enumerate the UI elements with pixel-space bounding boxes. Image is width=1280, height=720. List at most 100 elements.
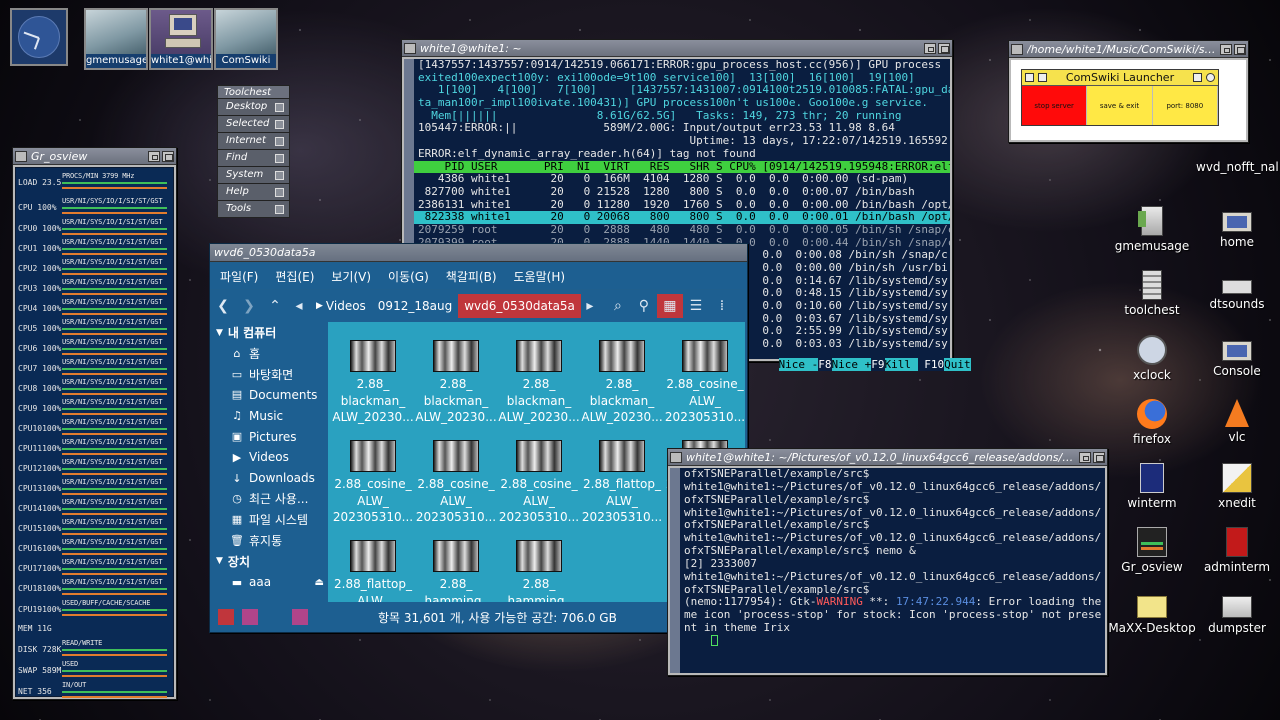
file-item[interactable]: 2.88_cosine_ ALW_ 202305310...	[498, 440, 580, 526]
nemo-titlebar[interactable]: wvd6_0530data5a	[210, 244, 747, 262]
htop-line[interactable]: 2079259 root 20 0 2888 480 480 S 0.0 0.0…	[404, 224, 950, 237]
maximize-button[interactable]	[938, 42, 950, 54]
sidebar-item-documents[interactable]: ▤ Documents	[210, 385, 328, 406]
breadcrumb-videos[interactable]: ▶ Videos	[310, 294, 372, 318]
toolchest-item-desktop[interactable]: Desktop	[217, 99, 290, 116]
minimize-button[interactable]	[148, 150, 160, 162]
search-icon[interactable]: ⚲	[631, 294, 657, 318]
compact-view-icon[interactable]: ⁞	[709, 294, 735, 318]
breadcrumb-left-icon[interactable]: ◂	[288, 294, 310, 318]
desktop-icon-vlc[interactable]: vlc	[1191, 399, 1280, 444]
desktop-icon-dumpster[interactable]: dumpster	[1191, 591, 1280, 635]
minimize-button[interactable]	[1079, 451, 1091, 463]
menu-view[interactable]: 보기(V)	[331, 268, 371, 285]
sidebar-section-devices[interactable]: ▼ 장치	[210, 551, 328, 572]
sidebar-item-recent[interactable]: ◷ 최근 사용...	[210, 489, 328, 510]
htop-titlebar[interactable]: white1@white1: ~	[402, 40, 952, 57]
breadcrumb-right-icon[interactable]: ▸	[581, 294, 599, 318]
toggle-sidebar-icon[interactable]	[218, 609, 234, 625]
file-item[interactable]: 2.88_ blackman_ ALW_20230...	[581, 340, 663, 426]
desktop-icon-toolchest[interactable]: toolchest	[1106, 270, 1198, 317]
sidebar-item-pictures[interactable]: ▣ Pictures	[210, 426, 328, 447]
terminal-titlebar[interactable]: white1@white1: ~/Pictures/of_v0.12.0_lin…	[668, 449, 1107, 466]
list-view-icon[interactable]: ☰	[683, 294, 709, 318]
desktop-icon-gr-osview[interactable]: Gr_osview	[1106, 527, 1198, 574]
desktop-icon-maxx-desktop[interactable]: MaXX-Desktop	[1106, 591, 1198, 635]
menu-help[interactable]: 도움말(H)	[514, 268, 566, 285]
fkey-nice-minus[interactable]: Nice -	[778, 358, 819, 371]
taskbar-thumb-comswiki[interactable]: ComSwiki	[214, 8, 278, 70]
desk-clock-icon[interactable]	[10, 8, 68, 66]
minimize-button[interactable]	[1220, 43, 1232, 55]
minimize-button[interactable]	[924, 42, 936, 54]
desktop-icon-xclock[interactable]: xclock	[1106, 335, 1198, 382]
terminal-output[interactable]: ofxTSNEParallel/example/src$ white1@white…	[670, 468, 1105, 673]
save-exit-button[interactable]: save & exit	[1087, 86, 1153, 125]
file-item[interactable]: 2.88_cosine_ ALW_ 202305310...	[332, 440, 414, 526]
file-item[interactable]: 2.88_ hamming_	[415, 540, 497, 602]
window-menu-button[interactable]	[1011, 43, 1023, 55]
maximize-button[interactable]	[1234, 43, 1246, 55]
desktop-icon-adminterm[interactable]: adminterm	[1191, 527, 1280, 574]
sidebar-item-home[interactable]: ⌂ 홈	[210, 343, 328, 364]
toolchest-item-help[interactable]: Help	[217, 184, 290, 201]
stop-server-button[interactable]: stop server	[1022, 86, 1088, 125]
file-item[interactable]: 2.88_cosine_ ALW_ 202305310...	[664, 340, 745, 426]
toggle-tree-icon[interactable]	[292, 609, 308, 625]
taskbar-thumb-gmemusage[interactable]: gmemusage@whi	[84, 8, 148, 70]
file-item[interactable]: 2.88_flattop_ ALW_ 202305310...	[581, 440, 663, 526]
icon-view-icon[interactable]: ▦	[656, 294, 683, 318]
fkey-quit[interactable]: Quit	[944, 358, 971, 371]
sidebar-item-filesystem[interactable]: ▦ 파일 시스템	[210, 509, 328, 530]
taskbar-thumb-terminal[interactable]: white1@white1:	[149, 8, 213, 70]
menu-bookmarks[interactable]: 책갈피(B)	[446, 268, 497, 285]
breadcrumb-current[interactable]: wvd6_0530data5a	[458, 294, 581, 318]
osview-titlebar[interactable]: Gr_osview	[13, 148, 176, 165]
desktop-icon-xnedit[interactable]: xnedit	[1191, 463, 1280, 510]
sidebar-item-trash[interactable]: 🗑 휴지통	[210, 530, 328, 551]
window-menu-button[interactable]	[670, 451, 682, 463]
file-item[interactable]: 2.88_flattop_ ALW_	[332, 540, 414, 602]
window-menu-button[interactable]	[404, 42, 416, 54]
desktop-icon-console[interactable]: Console	[1191, 335, 1280, 378]
sidebar-item-device-aaa[interactable]: ▬ aaa ⏏	[210, 572, 328, 593]
toolchest-item-selected[interactable]: Selected	[217, 116, 290, 133]
file-item[interactable]: 2.88_ blackman_ ALW_20230...	[498, 340, 580, 426]
breadcrumb-0912[interactable]: 0912_18aug	[372, 294, 458, 318]
path-toggle-icon[interactable]: ⌕	[605, 294, 631, 318]
menu-icon[interactable]	[1038, 73, 1047, 82]
menu-edit[interactable]: 편집(E)	[275, 268, 314, 285]
sidebar-section-computer[interactable]: ▼ 내 컴퓨터	[210, 322, 328, 343]
htop-line[interactable]: 827700 white1 20 0 21528 1280 800 S 0.0 …	[404, 186, 950, 199]
htop-line[interactable]: 4386 white1 20 0 166M 4104 1280 S 0.0 0.…	[404, 173, 950, 186]
desktop-icon-wvd-nofft[interactable]: wvd_nofft_nal	[1196, 160, 1279, 174]
desktop-icon-winterm[interactable]: winterm	[1106, 463, 1198, 510]
file-item[interactable]: 2.88_ blackman_ ALW_20230...	[332, 340, 414, 426]
launcher-titlebar[interactable]: ComSwiki Launcher	[1022, 70, 1218, 86]
file-item[interactable]: 2.88_cosine_ ALW_ 202305310...	[415, 440, 497, 526]
desktop-icon-home[interactable]: home	[1191, 206, 1280, 249]
close-icon[interactable]	[1025, 73, 1034, 82]
toolchest-item-find[interactable]: Find	[217, 150, 290, 167]
up-arrow-icon[interactable]: ⌃	[262, 294, 288, 318]
window-menu-button[interactable]	[15, 150, 27, 162]
file-item[interactable]: 2.88_ hamming_	[498, 540, 580, 602]
fkey-nice-plus[interactable]: Nice +	[831, 358, 872, 371]
htop-line[interactable]: 2386131 white1 20 0 11280 1920 1760 S 0.…	[404, 199, 950, 212]
sidebar-item-desktop[interactable]: ▭ 바탕화면	[210, 364, 328, 385]
expand-icon[interactable]	[1206, 73, 1215, 82]
eject-icon[interactable]: ⏏	[315, 577, 324, 588]
file-item[interactable]: 2.88_ blackman_ ALW_20230...	[415, 340, 497, 426]
menu-go[interactable]: 이동(G)	[388, 268, 429, 285]
maximize-button[interactable]	[1093, 451, 1105, 463]
sidebar-item-downloads[interactable]: ↓ Downloads	[210, 468, 328, 489]
fkey-kill[interactable]: Kill	[884, 358, 918, 371]
toggle-places-icon[interactable]	[242, 609, 258, 625]
forward-arrow-icon[interactable]: ❯	[236, 294, 262, 318]
toolchest-item-tools[interactable]: Tools	[217, 201, 290, 218]
htop-line[interactable]: 822338 white1 20 0 20068 800 800 S 0.0 0…	[404, 211, 950, 224]
comswiki-titlebar[interactable]: /home/white1/Music/ComSwiki/squeak...	[1009, 41, 1248, 58]
terminal-scrollbar[interactable]	[670, 468, 680, 673]
collapse-icon[interactable]	[1193, 73, 1202, 82]
sidebar-item-music[interactable]: ♫ Music	[210, 405, 328, 426]
